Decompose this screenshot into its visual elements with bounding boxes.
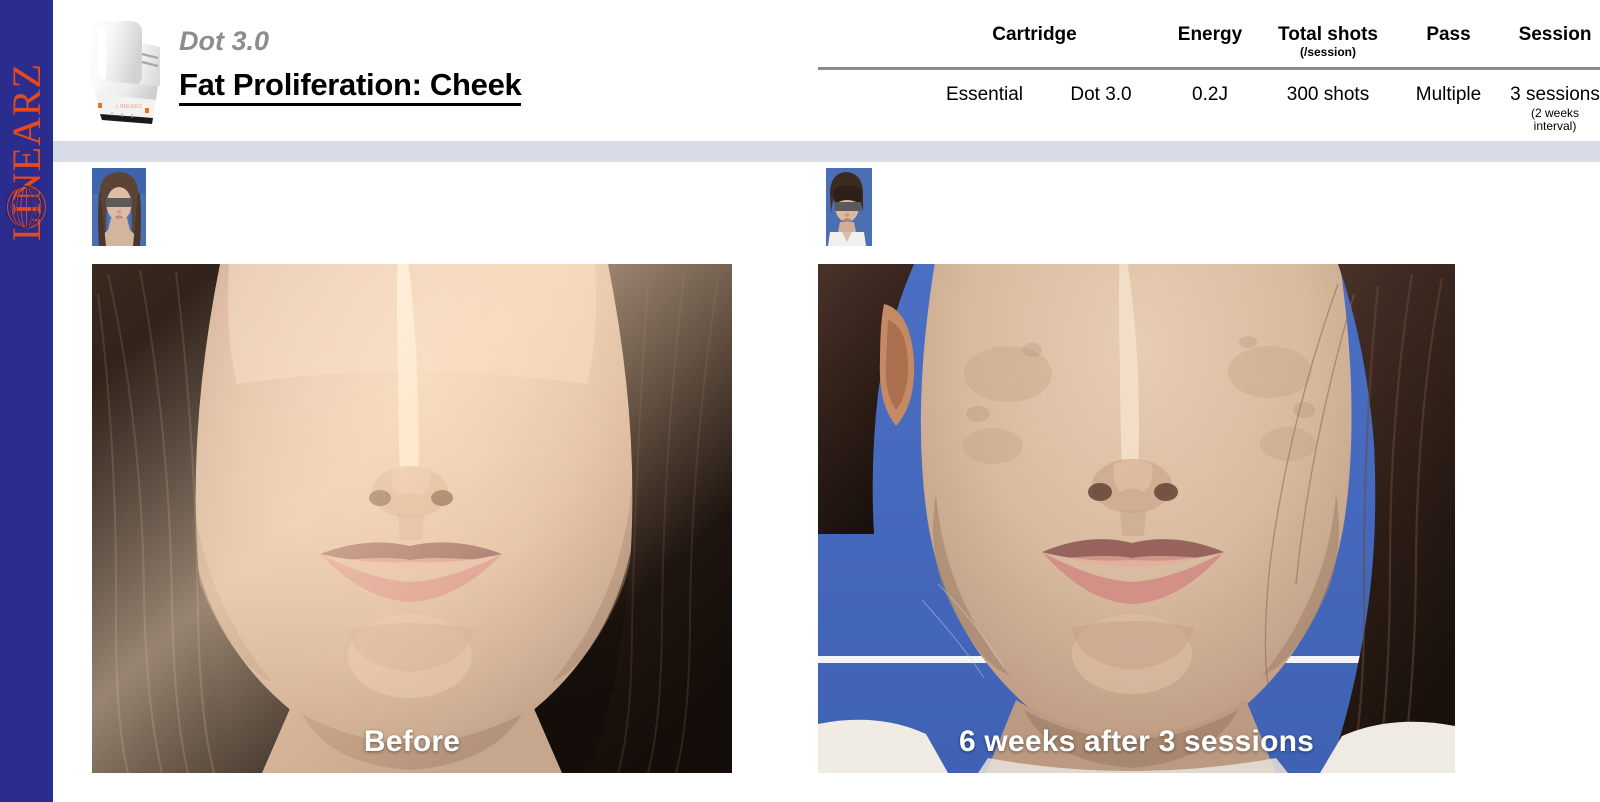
param-table-rule (818, 67, 1600, 71)
param-value-session-interval: (2 weeks interval) (1530, 105, 1580, 133)
svg-text:LINEARZ: LINEARZ (116, 104, 143, 110)
param-header-session-label: Session (1518, 24, 1592, 45)
device-subtitle: Dot 3.0 (179, 26, 270, 56)
param-value-spacer (818, 84, 918, 133)
param-value-cartridge-model: Dot 3.0 (1070, 84, 1132, 106)
patient-thumbnail-before[interactable] (92, 168, 146, 246)
param-value-pass: Multiple (1415, 84, 1482, 106)
globe-sphere-icon (6, 185, 46, 229)
param-value-session: 3 sessions (2 weeks interval) (1510, 84, 1600, 133)
param-header-total-shots-sub: (/session) (1299, 45, 1356, 60)
param-header-pass: Pass (1387, 24, 1510, 61)
param-header-total-shots-label: Total shots (1278, 24, 1378, 45)
param-value-total-shots: 300 shots (1286, 84, 1370, 106)
param-header-energy-label: Energy (1177, 24, 1243, 45)
param-header-cartridge-label: Cartridge (992, 24, 1077, 45)
header: LINEARZ Dot 3.0 Fat Proliferation: Cheek (53, 0, 1600, 141)
param-value-energy: 0.2J (1192, 84, 1228, 106)
slide-root: LINEARZ LINEARZ Dot 3.0 Fat Proliferatio… (0, 0, 1600, 802)
patient-thumbnail-after[interactable] (818, 168, 872, 246)
handpiece-cartridge-icon: LINEARZ (90, 21, 160, 124)
param-header-energy: Energy (1151, 24, 1269, 61)
clinical-photo-before[interactable]: Before (92, 264, 732, 773)
comparison-content: Before 6 weeks after 3 sessions (53, 162, 1600, 802)
param-header-cartridge: Cartridge (918, 24, 1151, 61)
param-header-spacer (818, 24, 918, 61)
param-value-cartridge-type: Essential (945, 84, 1024, 106)
brand-rail: LINEARZ (0, 0, 53, 802)
param-header-pass-label: Pass (1426, 24, 1471, 45)
page-title: Fat Proliferation: Cheek (179, 69, 522, 106)
param-header-session: Session (1510, 24, 1600, 61)
clinical-photo-before-art (92, 264, 732, 773)
thumbnail-after-art (818, 168, 872, 246)
title-block: Dot 3.0 Fat Proliferation: Cheek (179, 26, 522, 106)
thumbnail-before-art (92, 168, 146, 246)
treatment-parameter-table: Cartridge Energy Total shots (/session) … (818, 24, 1600, 133)
clinical-photo-after[interactable]: 6 weeks after 3 sessions (818, 264, 1455, 773)
param-header-total-shots: Total shots (/session) (1269, 24, 1387, 61)
clinical-photo-after-art (818, 264, 1455, 773)
section-divider-band (53, 141, 1600, 162)
param-value-session-count: 3 sessions (1510, 84, 1600, 106)
